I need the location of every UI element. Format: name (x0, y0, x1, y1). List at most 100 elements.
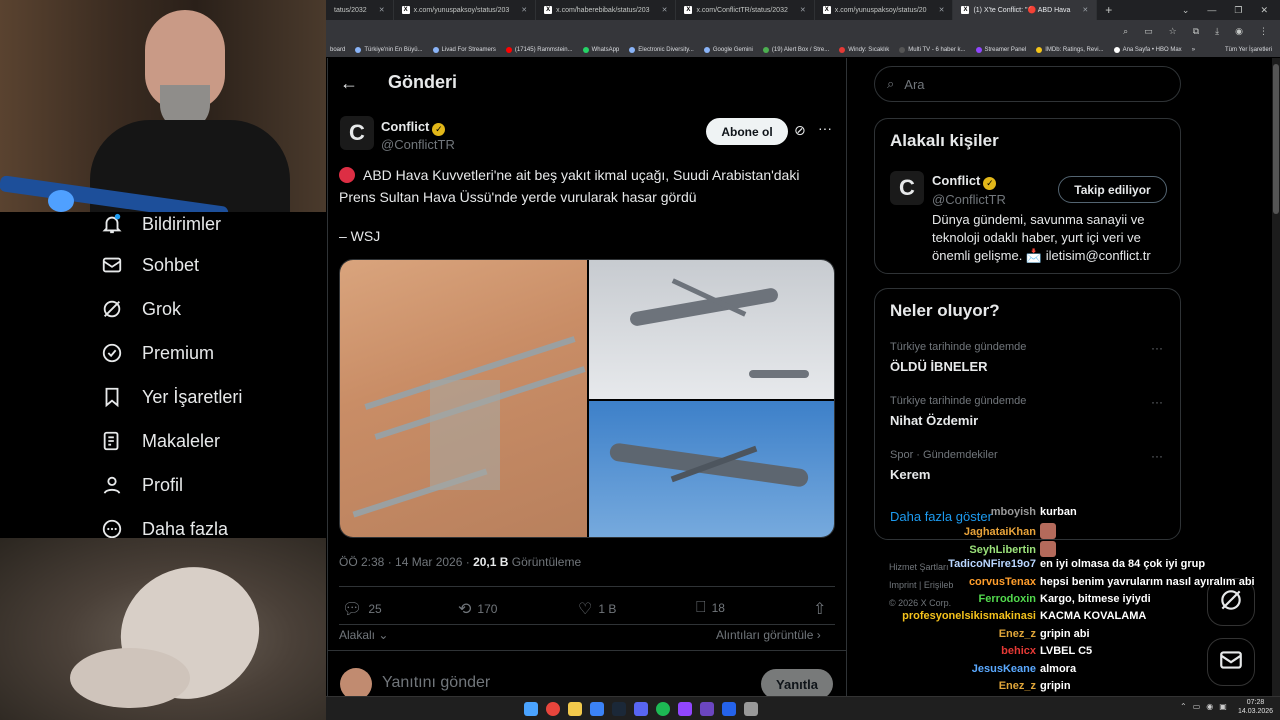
bookmark-item[interactable]: Türkiye'nin En Büyü... (355, 46, 423, 53)
steam-icon[interactable] (612, 702, 626, 716)
new-tab-button[interactable]: + (1097, 3, 1120, 17)
author-handle[interactable]: @ConflictTR (381, 137, 455, 152)
browser-tab-active[interactable]: X (1) X'te Conflict: "🔴 ABD Hava ✕ (953, 0, 1098, 20)
app-icon[interactable] (722, 702, 736, 716)
discord-icon[interactable] (634, 702, 648, 716)
repost-button[interactable]: ⟲ 170 (458, 599, 497, 619)
minimize-icon[interactable]: — (1207, 5, 1216, 16)
chat-username[interactable]: behicx (880, 645, 1036, 657)
zoom-icon[interactable]: ⌕ (1123, 26, 1128, 37)
close-icon[interactable]: ✕ (379, 6, 385, 14)
app-icon[interactable] (678, 702, 692, 716)
reply-input[interactable]: Yanıtını gönder (382, 674, 490, 692)
bookmark-item[interactable]: Google Gemini (703, 46, 753, 53)
chat-username[interactable]: corvusTenax (880, 576, 1036, 588)
more-options-icon[interactable]: ··· (1151, 341, 1163, 355)
bookmark-item[interactable]: Multi TV - 6 haber k... (899, 46, 966, 53)
close-icon[interactable]: ✕ (1082, 6, 1088, 14)
app-icon[interactable] (744, 702, 758, 716)
nav-item-grok[interactable]: Grok (100, 297, 181, 321)
chat-username[interactable]: Enez_z (880, 680, 1036, 692)
bookmarks-overflow[interactable]: » (1192, 47, 1195, 53)
grok-icon[interactable]: ⊘ (794, 122, 806, 139)
tab-search-icon[interactable]: ⌄ (1182, 5, 1190, 16)
nav-item-notifications[interactable]: Bildirimler (100, 212, 221, 236)
nav-item-chat[interactable]: Sohbet (100, 253, 199, 277)
chat-username[interactable]: TadicoNFire19o7 (880, 558, 1036, 570)
sort-replies-dropdown[interactable]: Alakalı ⌄ (339, 628, 388, 642)
satellite-image[interactable] (340, 260, 587, 537)
chat-username[interactable]: SeyhLibertin (880, 544, 1036, 556)
author-name[interactable]: Conflict ✓ (381, 119, 446, 136)
back-arrow-icon[interactable]: ← (340, 73, 358, 94)
cast-icon[interactable]: ▭ (1144, 26, 1153, 37)
reply-submit-button[interactable]: Yanıtla (761, 669, 833, 696)
tanker-refueling-image[interactable] (589, 260, 834, 399)
related-user-handle[interactable]: @ConflictTR (932, 192, 1006, 207)
profile-icon[interactable]: ◉ (1235, 26, 1243, 37)
browser-tab[interactable]: tatus/2032 ✕ (326, 0, 394, 20)
extensions-icon[interactable]: ⧉ (1193, 26, 1199, 37)
close-window-icon[interactable]: ✕ (1260, 5, 1268, 16)
bookmark-item[interactable]: Ana Sayfa • HBO Max (1113, 46, 1182, 53)
bookmark-item[interactable]: Streamer Panel (975, 46, 1026, 53)
close-icon[interactable]: ✕ (521, 6, 527, 14)
bookmark-item[interactable]: (17145) Rammstein... (505, 46, 573, 53)
browser-tab[interactable]: Xx.com/yunuspaksoy/status/203 ✕ (394, 0, 537, 20)
menu-icon[interactable]: ⋮ (1259, 26, 1268, 37)
bookmark-item[interactable]: Windy: Sıcaklık (839, 46, 889, 53)
nav-item-articles[interactable]: Makaleler (100, 429, 220, 453)
tanker-aircraft-image[interactable] (589, 401, 834, 537)
maximize-icon[interactable]: ❐ (1234, 5, 1242, 16)
close-icon[interactable]: ✕ (800, 6, 806, 14)
subscribe-button[interactable]: Abone ol (706, 118, 788, 145)
messages-fab-button[interactable] (1207, 638, 1255, 686)
system-clock[interactable]: 07:28 14.03.2026 (1238, 698, 1273, 716)
star-icon[interactable]: ☆ (1169, 26, 1177, 37)
bookmark-item[interactable]: board (330, 47, 345, 53)
nav-item-premium[interactable]: Premium (100, 341, 214, 365)
avatar[interactable]: C (890, 171, 924, 205)
bookmark-item[interactable]: WhatsApp (582, 46, 619, 53)
nav-item-bookmarks[interactable]: Yer İşaretleri (100, 385, 242, 409)
close-icon[interactable]: ✕ (662, 6, 668, 14)
system-tray[interactable]: ⌃▭◉▣ (1180, 702, 1233, 711)
app-icon[interactable] (590, 702, 604, 716)
browser-tab[interactable]: Xx.com/ConflictTR/status/2032 ✕ (676, 0, 815, 20)
scrollbar-thumb[interactable] (1273, 64, 1279, 214)
start-icon[interactable] (524, 702, 538, 716)
more-options-icon[interactable]: ··· (1151, 449, 1163, 463)
download-icon[interactable]: ⤓ (1215, 26, 1219, 37)
chat-username[interactable]: Ferrodoxin (880, 593, 1036, 605)
chrome-icon[interactable] (546, 702, 560, 716)
chat-username[interactable]: Enez_z (880, 628, 1036, 640)
bookmark-button[interactable]: ⎕ 18 (696, 599, 725, 617)
folder-icon[interactable] (568, 702, 582, 716)
related-user-name[interactable]: Conflict ✓ (932, 173, 997, 190)
chat-username[interactable]: mboyish (880, 506, 1036, 518)
reply-button[interactable]: 💬︎ 25 (342, 599, 382, 619)
more-options-icon[interactable]: ··· (818, 120, 832, 136)
bookmark-item[interactable]: Livad For Streamers (432, 46, 496, 53)
search-input[interactable]: ⌕ Ara (874, 66, 1181, 102)
close-icon[interactable]: ✕ (939, 6, 945, 14)
all-bookmarks[interactable]: Tüm Yer İşaretleri (1225, 47, 1280, 53)
chat-username[interactable]: JaghataiKhan (880, 526, 1036, 538)
more-options-icon[interactable]: ··· (1151, 395, 1163, 409)
browser-tab[interactable]: Xx.com/haberebibak/status/203 ✕ (536, 0, 677, 20)
bookmark-item[interactable]: Electronic Diversity... (629, 46, 694, 53)
chat-username[interactable]: JesusKeane (880, 663, 1036, 675)
share-button[interactable]: ⇧ (813, 599, 826, 619)
nav-item-profile[interactable]: Profil (100, 473, 183, 497)
bookmark-item[interactable]: (19) Alert Box / Stre... (762, 46, 829, 53)
spotify-icon[interactable] (656, 702, 670, 716)
bookmark-item[interactable]: IMDb: Ratings, Revi... (1036, 46, 1104, 53)
avatar[interactable]: C (340, 116, 374, 150)
view-quotes-link[interactable]: Alıntıları görüntüle › (716, 628, 821, 642)
chat-username[interactable]: profesyonelsikismakinasi (880, 610, 1036, 622)
like-button[interactable]: ♡ 1 B (578, 599, 616, 619)
red-circle-icon (339, 167, 355, 183)
browser-tab[interactable]: Xx.com/yunuspaksoy/status/20 ✕ (815, 0, 954, 20)
app-icon[interactable] (700, 702, 714, 716)
following-button[interactable]: Takip ediliyor (1058, 176, 1167, 203)
